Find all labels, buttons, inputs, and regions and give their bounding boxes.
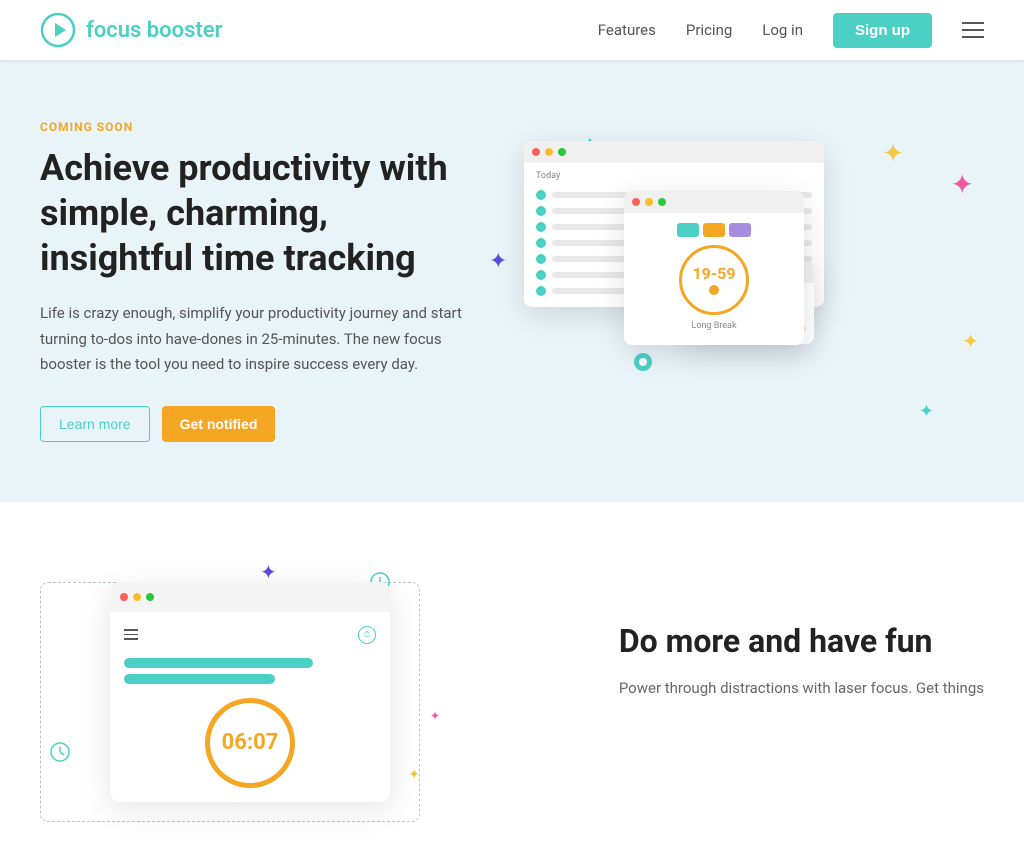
tag-purple [729, 223, 751, 237]
progress-bar-long [124, 658, 313, 668]
task-check [536, 238, 546, 248]
teal-badge [634, 353, 652, 371]
task-check [536, 254, 546, 264]
timer-dot [709, 285, 719, 295]
app2-topbar: ⏱ [124, 626, 376, 644]
hero-description: Life is crazy enough, simplify your prod… [40, 301, 470, 378]
app2-body: ⏱ 06:07 [110, 612, 390, 802]
dot-green [146, 593, 154, 601]
hero-illustration: ✦ ✦ ✦ ✦ ✦ ✦ Today [484, 131, 984, 431]
hero-buttons: Learn more Get notified [40, 406, 470, 442]
section2: ✦ ✦ ✦ [0, 502, 1024, 862]
logo-text: focus booster [86, 18, 223, 43]
float-star-purple: ✦ [260, 562, 277, 582]
app2-timer-circle: 06:07 [205, 698, 295, 788]
nav-pricing[interactable]: Pricing [686, 21, 732, 39]
star-pink: ✦ [951, 171, 974, 199]
app2-titlebar [110, 582, 390, 612]
float-star-pink: ✦ [430, 710, 440, 722]
hero-title: Achieve productivity with simple, charmi… [40, 146, 470, 281]
task-check [536, 222, 546, 232]
task-check [536, 190, 546, 200]
hamburger-menu[interactable] [962, 22, 984, 38]
window-titlebar [524, 141, 824, 163]
star-teal: ✦ [919, 403, 934, 421]
mock-window-timer: 19-59 Long Break [624, 191, 804, 345]
float-star-yellow: ✦ [408, 768, 420, 782]
signup-button[interactable]: Sign up [833, 13, 932, 48]
float-clock-icon2 [50, 742, 70, 762]
star-purple: ✦ [489, 251, 507, 273]
navbar: focus booster Features Pricing Log in Si… [0, 0, 1024, 60]
star-yellow: ✦ [882, 141, 904, 167]
dot-yellow [645, 198, 653, 206]
dot-yellow [545, 148, 553, 156]
dot-red [120, 593, 128, 601]
tag-orange [703, 223, 725, 237]
dot-red [532, 148, 540, 156]
app2-timer-time: 06:07 [222, 730, 279, 755]
hamburger-small [124, 629, 138, 640]
task-check [536, 206, 546, 216]
timer-circle: 19-59 [679, 245, 749, 315]
nav-links: Features Pricing Log in Sign up [598, 13, 984, 48]
dot-green [558, 148, 566, 156]
task-check [536, 286, 546, 296]
nav-login[interactable]: Log in [762, 21, 803, 39]
clock-icon-small: ⏱ [358, 626, 376, 644]
dot-yellow [133, 593, 141, 601]
learn-more-button[interactable]: Learn more [40, 406, 150, 442]
section2-content: Do more and have fun Power through distr… [619, 562, 984, 702]
section2-illustration: ✦ ✦ ✦ [40, 562, 460, 802]
progress-bars [124, 658, 376, 684]
timer-titlebar [624, 191, 804, 213]
section2-description: Power through distractions with laser fo… [619, 676, 984, 702]
long-break-label: Long Break [691, 321, 736, 331]
star-yellow2: ✦ [962, 331, 979, 351]
mock-app2: ⏱ 06:07 [110, 582, 390, 802]
nav-features[interactable]: Features [598, 21, 656, 39]
dot-green [658, 198, 666, 206]
tag-teal [677, 223, 699, 237]
section2-title: Do more and have fun [619, 622, 984, 660]
coming-soon-badge: COMING SOON [40, 120, 470, 134]
timer-time: 19-59 [692, 264, 735, 283]
logo[interactable]: focus booster [40, 12, 223, 48]
timer-display: 19-59 Long Break [624, 213, 804, 345]
dot-red [632, 198, 640, 206]
hero-content: COMING SOON Achieve productivity with si… [40, 120, 470, 442]
window-header: Today [532, 171, 816, 181]
get-notified-button[interactable]: Get notified [162, 406, 276, 442]
logo-icon [40, 12, 76, 48]
progress-bar-short [124, 674, 275, 684]
hero-section: COMING SOON Achieve productivity with si… [0, 60, 1024, 502]
task-check [536, 270, 546, 280]
timer-tags [677, 223, 751, 237]
teal-badge-inner [639, 358, 647, 366]
